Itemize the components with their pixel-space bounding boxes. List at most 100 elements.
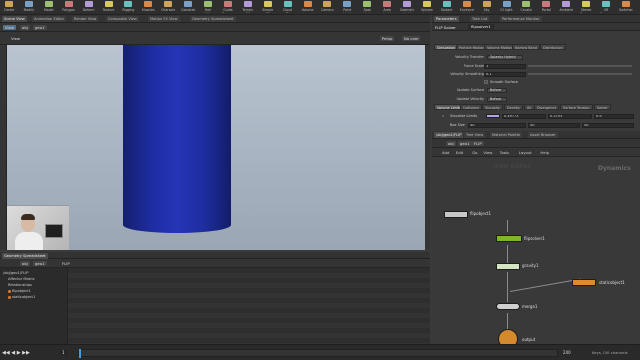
shelf-tool-0[interactable]: Create <box>2 1 16 13</box>
shelf-tool-16[interactable]: Camera <box>320 1 334 13</box>
network-menu-go[interactable]: Go <box>472 150 477 155</box>
path-crumb-geo1[interactable]: geo1 <box>33 25 47 30</box>
node-name-field[interactable]: flipsolver1 <box>468 24 494 30</box>
shelf-tool-12[interactable]: Terrain FX <box>241 1 255 13</box>
limit-value-z[interactable]: 0.9 <box>594 113 634 119</box>
visualize-limits-checkbox[interactable]: ✓ <box>442 114 446 118</box>
limit-value-y[interactable]: 0.3753 <box>548 113 592 119</box>
shelf-tool-9[interactable]: Constraints <box>181 1 195 13</box>
right-tab-2[interactable]: Performance Monitor <box>500 16 542 22</box>
network-tab-1[interactable]: Tree View <box>464 132 486 138</box>
shelf-tool-13[interactable]: Simple FX <box>261 1 275 13</box>
spreadsheet-grid[interactable] <box>68 268 430 344</box>
shelf-tool-30[interactable]: VR Camera <box>599 1 613 13</box>
force-scale-input[interactable]: 1 <box>484 63 526 69</box>
3d-viewport[interactable] <box>7 45 425 250</box>
shelf-tool-1[interactable]: Modify <box>22 1 36 13</box>
shelf-tool-18[interactable]: Spot Light <box>360 1 374 13</box>
shelf-tool-27[interactable]: Portal Light <box>539 1 553 13</box>
shelf-tool-31[interactable]: Switcher <box>619 1 633 13</box>
shelf-tool-15[interactable]: Volume <box>301 1 315 13</box>
network-canvas[interactable]: Indie Edition Dynamics flipobject1 flips… <box>432 157 640 344</box>
node-flipsolver1[interactable] <box>496 235 522 242</box>
network-menu-layout[interactable]: Layout <box>519 150 532 155</box>
param-subtab-0[interactable]: Simulation <box>434 44 459 50</box>
spreadsheet-tree-item[interactable]: flipobject1 <box>8 289 31 293</box>
visualize-color-swatch[interactable] <box>486 114 500 118</box>
param-subtab-1[interactable]: Particle Motion <box>456 44 488 50</box>
param-subtab-4[interactable]: Distribution <box>540 44 566 50</box>
shelf-tool-3[interactable]: Polygon <box>62 1 76 13</box>
limit-value-x[interactable]: 0.49773 <box>502 113 546 119</box>
node-flipobject1[interactable] <box>444 211 468 218</box>
shelf-tool-14[interactable]: Cloud FX <box>281 1 295 13</box>
net-crumb-obj[interactable]: obj <box>446 141 456 146</box>
viewport-left-toolbar[interactable] <box>0 45 7 250</box>
network-menu-tools[interactable]: Tools <box>500 150 509 155</box>
shelf-tool-8[interactable]: Characters <box>161 1 175 13</box>
spreadsheet-tree-item[interactable]: /obj/geo1/FLIP <box>3 271 28 275</box>
current-frame-field[interactable]: 1 <box>60 350 67 355</box>
shelf-tool-17[interactable]: Point Light <box>340 1 354 13</box>
velocity-smoothing-input[interactable]: 0.1 <box>484 71 526 77</box>
shelf-tool-10[interactable]: Hair Utils <box>201 1 215 13</box>
shelf-tool-28[interactable]: Ambient Light <box>559 1 573 13</box>
playhead[interactable] <box>79 349 81 358</box>
smooth-surface-checkbox[interactable]: ✓ <box>484 80 488 84</box>
shelf-tool-23[interactable]: Environment Light <box>460 1 474 13</box>
path-crumb-obj[interactable]: obj <box>20 25 30 30</box>
network-menu-view[interactable]: View <box>483 150 492 155</box>
ss-crumb-geo1[interactable]: geo1 <box>33 261 47 266</box>
viewport-right-toolbar[interactable] <box>425 45 430 250</box>
force-scale-slider[interactable] <box>528 65 632 67</box>
box-size-y[interactable]: 50 <box>528 122 580 128</box>
network-tab-2[interactable]: Material Palette <box>490 132 523 138</box>
param-subtab-3[interactable]: Narrow Band <box>512 44 540 50</box>
left-tab-5[interactable]: Geometry Spreadsheet <box>190 16 236 22</box>
net-crumb-flip[interactable]: FLIP <box>472 141 484 146</box>
shelf-tool-22[interactable]: Distant Light <box>440 1 454 13</box>
spreadsheet-tree[interactable]: /obj/geo1/FLIP Affector Matrix Relationshi… <box>0 268 68 344</box>
velocity-smoothing-slider[interactable] <box>528 73 632 75</box>
shelf-tool-25[interactable]: GI Light <box>500 1 514 13</box>
shelf-tool-21[interactable]: Volume Light <box>420 1 434 13</box>
velocity-transfer-select[interactable]: Splashy Hybrid <box>487 54 523 60</box>
shelf-tool-4[interactable]: Deform <box>82 1 96 13</box>
node-output[interactable] <box>498 329 518 344</box>
network-tab-3[interactable]: Asset Browser <box>528 132 558 138</box>
shelf-tool-6[interactable]: Rigging <box>121 1 135 13</box>
param-subtab-lower-7[interactable]: Solver <box>594 104 611 110</box>
param-subtab-lower-2[interactable]: Viscosity <box>482 104 503 110</box>
persp-menu[interactable]: Persp <box>380 36 395 41</box>
shelf-tool-26[interactable]: Caustic Light <box>519 1 533 13</box>
box-size-x[interactable]: 50 <box>468 122 526 128</box>
shelf-tool-19[interactable]: Area Light <box>380 1 394 13</box>
node-merge1[interactable] <box>496 303 520 310</box>
shelf-tool-7[interactable]: Muscles <box>141 1 155 13</box>
param-subtab-lower-6[interactable]: Surface Tension <box>560 104 593 110</box>
play-controls[interactable]: ◀◀ ◀ ▶ ▶▶ <box>2 350 30 356</box>
node-gravity1[interactable] <box>496 263 520 270</box>
shelf-tool-24[interactable]: Sky Light <box>480 1 494 13</box>
ss-crumb-obj[interactable]: obj <box>20 261 30 266</box>
network-menu-edit[interactable]: Edit <box>456 150 463 155</box>
shelf-tool-20[interactable]: Geometry Light <box>400 1 414 13</box>
shelf-tool-11[interactable]: Guide Process <box>221 1 235 13</box>
param-subtab-lower-5[interactable]: Divergence <box>534 104 560 110</box>
network-menu-add[interactable]: Add <box>442 150 449 155</box>
camera-menu[interactable]: No cam <box>402 36 421 41</box>
update-velocity-select[interactable]: Before <box>487 96 507 102</box>
network-tab-0[interactable]: /obj/geo1/FLIP <box>434 132 464 138</box>
update-surface-select[interactable]: Before <box>487 87 507 93</box>
shelf-tool-5[interactable]: Texture <box>102 1 116 13</box>
view-pane-label[interactable]: View <box>3 25 17 30</box>
spreadsheet-tree-item[interactable]: Affector Matrix <box>8 277 35 281</box>
network-menu-help[interactable]: Help <box>540 150 549 155</box>
left-tab-0[interactable]: Scene View <box>2 16 27 22</box>
shelf-tool-29[interactable]: Stereo Camera <box>579 1 593 13</box>
spreadsheet-tree-item[interactable]: Relationships <box>8 283 32 287</box>
param-subtab-2[interactable]: Volume Motion <box>484 44 516 50</box>
left-tab-3[interactable]: Composite View <box>106 16 139 22</box>
shelf-tool-2[interactable]: Model <box>42 1 56 13</box>
left-tab-1[interactable]: Animation Editor <box>32 16 67 22</box>
